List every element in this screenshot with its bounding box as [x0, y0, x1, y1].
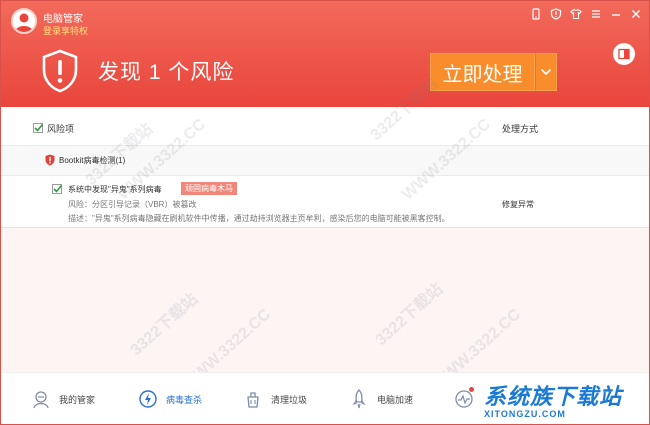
nav-label: 我的管家 — [59, 394, 96, 405]
shield-small-icon — [550, 8, 562, 20]
nav-label: 病毒查杀 — [166, 394, 203, 405]
nav-label: 电脑加速 — [377, 394, 414, 405]
action-dropdown-button[interactable] — [535, 53, 557, 91]
rocket-icon — [352, 389, 366, 409]
brand-name: 系统族下载站 — [484, 384, 623, 409]
minimize-icon — [612, 14, 620, 16]
item-checkbox[interactable] — [52, 184, 63, 194]
checkmark-icon — [53, 184, 63, 193]
side-panel-button[interactable] — [613, 43, 635, 65]
chevron-down-icon — [540, 68, 552, 76]
group-label: Bootkit病毒检测(1) — [59, 156, 126, 165]
checkmark-icon — [34, 123, 44, 132]
menu-button[interactable] — [589, 7, 603, 21]
phone-button[interactable] — [529, 7, 543, 21]
pulse-icon — [455, 390, 473, 408]
close-button[interactable] — [629, 7, 643, 21]
clean-icon — [247, 392, 259, 408]
nav-virus-scan[interactable]: 病毒查杀 — [138, 389, 202, 409]
column-risk: 风险项 — [47, 124, 75, 134]
nav-toolbox[interactable] — [454, 389, 482, 409]
item-name: 系统中发现"异鬼"系列病毒 — [68, 185, 162, 194]
tshirt-icon — [570, 8, 582, 20]
warning-shield-icon — [42, 49, 78, 93]
fix-button[interactable]: 修复异常 — [502, 199, 534, 210]
security-button[interactable] — [549, 7, 563, 21]
manager-icon — [33, 391, 49, 409]
list-empty-area — [1, 227, 649, 373]
user-avatar-icon — [15, 13, 33, 32]
notification-dot — [469, 387, 474, 392]
header-banner: 电脑管家 登录享特权 发现 1 个风险 立即处理 — [1, 1, 649, 107]
brand-watermark: 系统族下载站 XITONGZU.COM — [484, 379, 622, 419]
nav-label: 清理垃圾 — [271, 394, 308, 405]
table-header: 风险项 处理方式 — [1, 107, 649, 146]
app-title: 电脑管家 — [43, 14, 83, 25]
nav-speedup[interactable]: 电脑加速 — [349, 389, 413, 409]
select-all-checkbox[interactable] — [33, 123, 44, 133]
virus-type-tag: 顽固病毒木马 — [181, 182, 237, 195]
panel-toggle-icon — [618, 48, 630, 60]
item-risk-line: 风险：分区引导记录（VBR）被篡改 — [68, 200, 197, 209]
app-window: 电脑管家 登录享特权 发现 1 个风险 立即处理 风险项 处理方式 Bootki… — [0, 0, 650, 425]
menu-icon — [592, 10, 600, 18]
nav-my-manager[interactable]: 我的管家 — [31, 389, 95, 409]
phone-icon — [532, 8, 540, 20]
login-link[interactable]: 登录享特权 — [43, 24, 88, 37]
title-bar-buttons — [529, 7, 643, 21]
nav-clean[interactable]: 清理垃圾 — [243, 389, 307, 409]
handle-now-button[interactable]: 立即处理 — [430, 53, 535, 91]
virus-scan-icon — [139, 390, 157, 408]
risk-list: 风险项 处理方式 Bootkit病毒检测(1) 系统中发现"异鬼"系列病毒 顽固… — [1, 107, 649, 373]
risk-shield-icon — [45, 154, 55, 166]
user-avatar[interactable] — [11, 8, 37, 34]
minimize-button[interactable] — [609, 7, 623, 21]
close-icon — [632, 10, 640, 18]
risk-headline: 发现 1 个风险 — [98, 61, 235, 84]
column-method: 处理方式 — [502, 124, 539, 134]
skin-button[interactable] — [569, 7, 583, 21]
item-desc-line: 描述："异鬼"系列病毒隐藏在刷机软件中传播，通过劫持浏览器主页牟利，感染后您的电… — [68, 214, 450, 223]
